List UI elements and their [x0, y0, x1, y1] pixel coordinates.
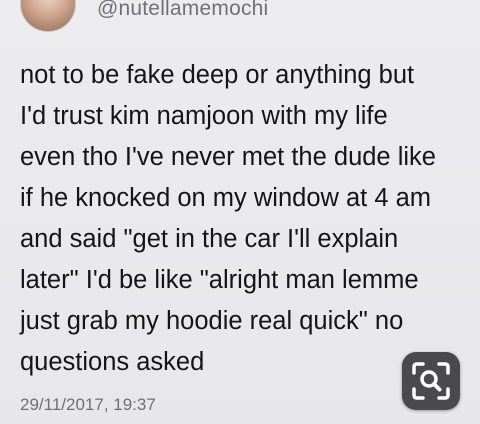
tweet-text-line: and said "get in the car I'll explain [20, 225, 399, 253]
timestamp[interactable]: 29/11/2017, 19:37 [20, 395, 156, 415]
tweet-text-line: just grab my hoodie real quick" no [20, 307, 404, 335]
tweet-text-line: later" I'd be like "alright man lemme [20, 266, 419, 294]
tweet-text-line: even tho I've never met the dude like [20, 143, 436, 171]
visual-search-button[interactable] [402, 352, 460, 410]
tweet-card: @nutellamemochi not to be fake deep or a… [0, 0, 480, 424]
user-handle[interactable]: @nutellamemochi [97, 0, 268, 21]
tweet-text-line: if he knocked on my window at 4 am [20, 184, 432, 212]
tweet-text-line: not to be fake deep or anything but [20, 61, 415, 89]
avatar[interactable] [20, 0, 76, 32]
visual-search-icon [412, 362, 450, 400]
tweet-text: not to be fake deep or anything but I'd … [20, 55, 470, 383]
tweet-text-line: I'd trust kim namjoon with my life [20, 102, 388, 130]
